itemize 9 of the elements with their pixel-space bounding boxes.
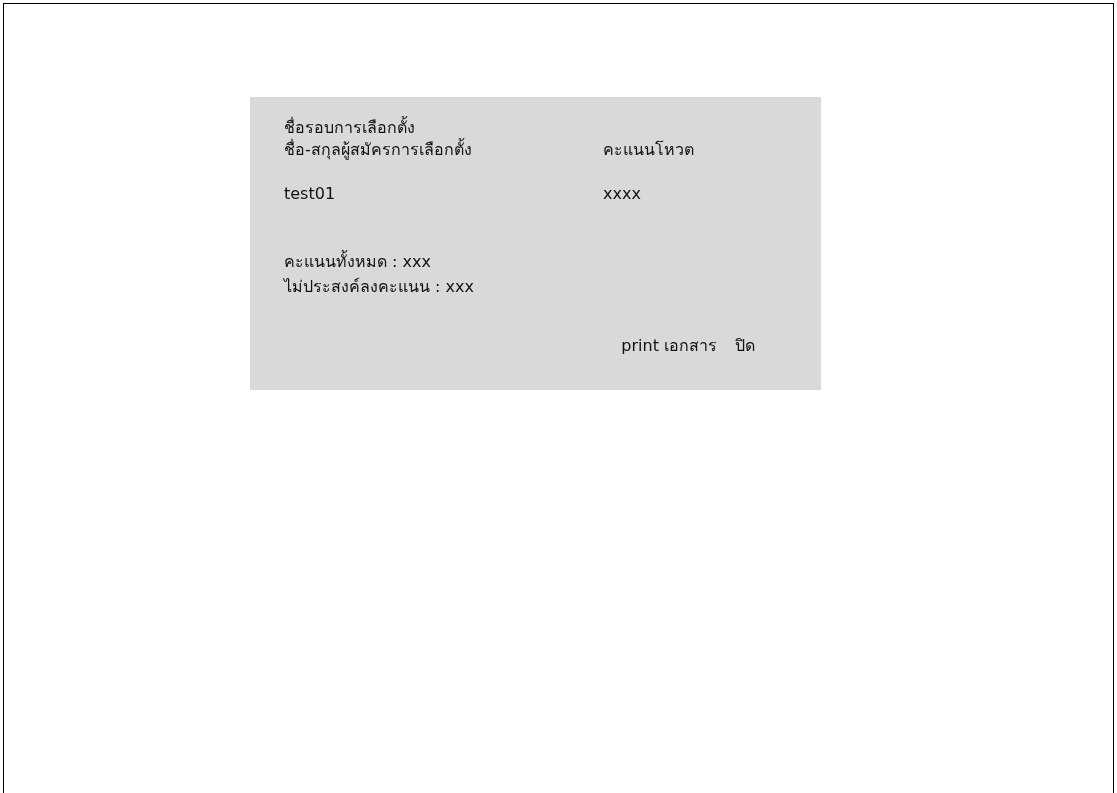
table-cell-text: xxxx	[603, 183, 642, 205]
column-header: ชื่อ-สกุลผู้สมัครการเลือกตั้ง	[284, 139, 473, 161]
dialog-button[interactable]: print เอกสาร	[621, 333, 717, 358]
summary-text: ไม่ประสงค์ลงคะแนน : xxx	[284, 276, 475, 298]
table-cell-text: test01	[284, 183, 337, 205]
column-header: คะแนนโหวต	[603, 139, 695, 161]
election-round-title: ชื่อรอบการเลือกตั้ง	[284, 117, 416, 138]
dialog-button[interactable]: ปิด	[735, 333, 755, 358]
summary-text: คะแนนทั้งหมด : xxx	[284, 249, 432, 273]
